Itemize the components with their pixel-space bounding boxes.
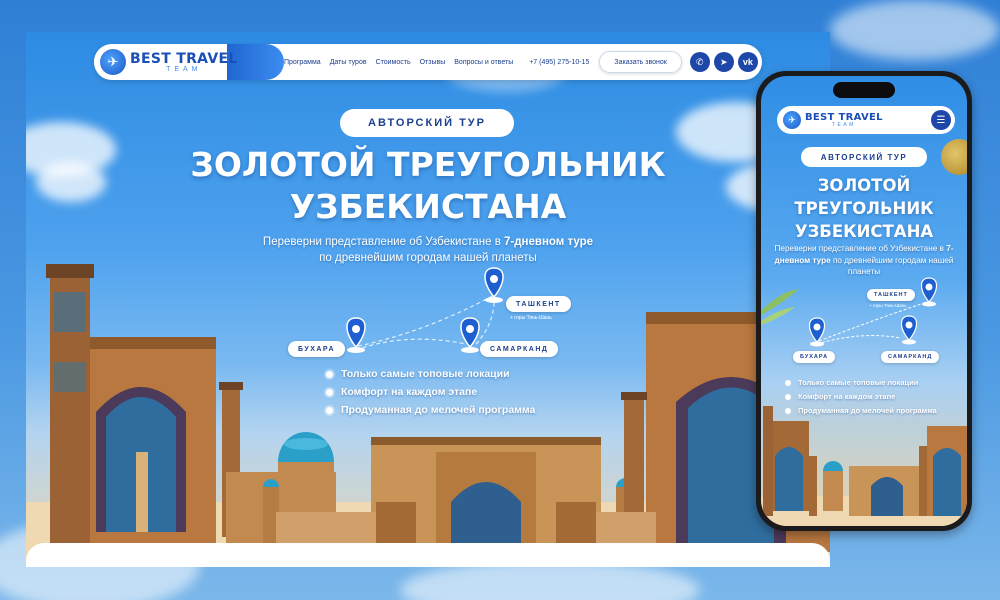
city-label-bukhara: БУХАРА xyxy=(288,341,346,357)
benefits-list: Только самые топовые локации Комфорт на … xyxy=(326,368,535,422)
mobile-city-label-bukhara: БУХАРА xyxy=(793,351,836,363)
bullet-dot-icon xyxy=(326,370,333,378)
pin-tashkent-icon xyxy=(484,267,504,303)
mobile-screen: ✈ BEST TRAVEL TEAM ☰ АВТОРСКИЙ ТУР ЗОЛОТ… xyxy=(761,76,967,526)
mobile-benefit-item: Только самые топовые локации xyxy=(785,378,948,388)
mobile-city-note-tashkent: + горы Тянь-Шань xyxy=(869,303,907,308)
city-note-tashkent: + горы Тянь-Шань xyxy=(510,315,552,321)
bullet-dot-icon xyxy=(785,380,791,386)
city-label-tashkent: ТАШКЕНТ xyxy=(506,296,571,312)
mobile-pin-tashkent-icon xyxy=(920,277,938,307)
bullet-dot-icon xyxy=(785,408,791,414)
phone-notch xyxy=(833,82,895,98)
mobile-city-label-tashkent: ТАШКЕНТ xyxy=(867,289,915,301)
benefit-item: Продуманная до мелочей программа xyxy=(326,404,535,416)
route-map xyxy=(346,267,504,353)
mobile-city-label-samarkand: САМАРКАНД xyxy=(881,351,940,363)
mobile-pin-samarkand-icon xyxy=(900,315,918,345)
mobile-benefit-text: Продуманная до мелочей программа xyxy=(798,406,937,415)
mobile-benefit-text: Только самые топовые локации xyxy=(798,378,919,387)
mobile-preview: ✈ BEST TRAVEL TEAM ☰ АВТОРСКИЙ ТУР ЗОЛОТ… xyxy=(756,71,972,531)
mobile-benefit-text: Комфорт на каждом этапе xyxy=(798,392,896,401)
pin-bukhara-icon xyxy=(346,317,366,353)
mobile-benefit-item: Комфорт на каждом этапе xyxy=(785,392,948,402)
mobile-route-map xyxy=(808,277,938,347)
benefit-item: Только самые топовые локации xyxy=(326,368,535,380)
benefit-text: Продуманная до мелочей программа xyxy=(341,404,536,416)
content-panel-edge xyxy=(26,543,830,567)
benefit-text: Комфорт на каждом этапе xyxy=(341,386,478,398)
bullet-dot-icon xyxy=(326,406,333,414)
mobile-benefits-list: Только самые топовые локации Комфорт на … xyxy=(785,378,948,420)
background-cloud xyxy=(830,0,1000,60)
city-label-samarkand: САМАРКАНД xyxy=(480,341,559,357)
bullet-dot-icon xyxy=(785,394,791,400)
benefit-text: Только самые топовые локации xyxy=(341,368,510,380)
benefit-item: Комфорт на каждом этапе xyxy=(326,386,535,398)
bullet-dot-icon xyxy=(326,388,333,396)
pin-samarkand-icon xyxy=(460,317,480,353)
desktop-preview: ✈ BEST TRAVEL TEAM Программа Даты туров … xyxy=(26,32,830,567)
mobile-benefit-item: Продуманная до мелочей программа xyxy=(785,406,948,416)
